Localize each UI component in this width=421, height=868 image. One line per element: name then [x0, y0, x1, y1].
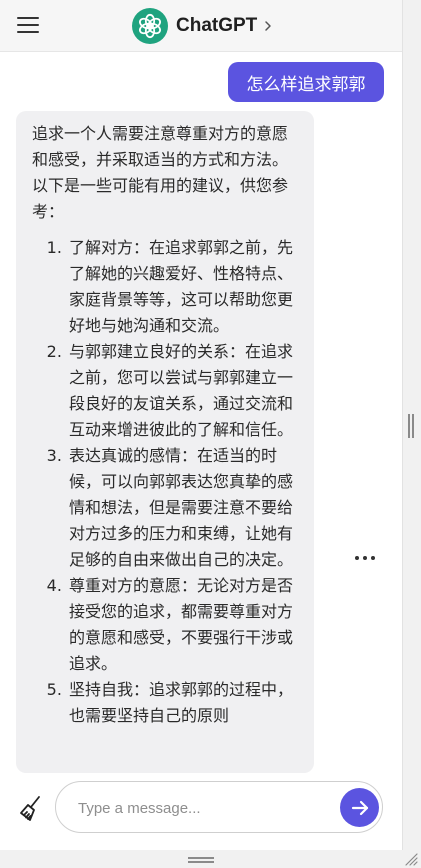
broom-icon[interactable] [18, 795, 44, 823]
list-item: 表达真诚的感情：在适当的时候，可以向郭郭表达您真挚的感情和想法，但是需要注意不要… [67, 443, 298, 573]
more-options-icon[interactable] [355, 550, 375, 566]
horizontal-resize-handle[interactable] [188, 857, 214, 863]
assistant-message-bubble: 追求一个人需要注意尊重对方的意愿和感受，并采取适当的方式和方法。以下是一些可能有… [16, 111, 314, 773]
model-selector[interactable]: ChatGPT [132, 7, 273, 44]
suggestion-list: 了解对方：在追求郭郭之前，先了解她的兴趣爱好、性格特点、家庭背景等等，这可以帮助… [32, 235, 298, 729]
send-button[interactable] [340, 788, 379, 827]
chat-window: ChatGPT 怎么样追求郭郭 追求一个人需要注意尊重对方的意愿和感受，并采取适… [0, 0, 403, 850]
composer-bar [0, 773, 402, 850]
list-item: 坚持自我：追求郭郭的过程中，也需要坚持自己的原则 [67, 677, 298, 729]
user-message-text: 怎么样追求郭郭 [246, 74, 366, 95]
openai-logo-icon [132, 7, 168, 44]
message-input[interactable] [76, 794, 330, 822]
chevron-right-icon [265, 20, 272, 31]
list-item: 尊重对方的意愿：无论对方是否接受您的追求，都需要尊重对方的意愿和感受，不要强行干… [67, 573, 298, 677]
arrow-right-icon [351, 800, 368, 815]
list-item: 了解对方：在追求郭郭之前，先了解她的兴趣爱好、性格特点、家庭背景等等，这可以帮助… [67, 235, 298, 339]
message-input-container [55, 781, 383, 833]
user-message-bubble: 怎么样追求郭郭 [228, 62, 384, 102]
list-item: 与郭郭建立良好的关系：在追求之前，您可以尝试与郭郭建立一段良好的友谊关系，通过交… [67, 339, 298, 443]
header-bar: ChatGPT [0, 0, 402, 52]
hamburger-menu-icon[interactable] [17, 15, 39, 35]
app-title: ChatGPT [176, 14, 258, 36]
vertical-resize-handle[interactable] [408, 414, 414, 438]
assistant-intro-text: 追求一个人需要注意尊重对方的意愿和感受，并采取适当的方式和方法。以下是一些可能有… [32, 124, 289, 221]
corner-resize-grip-icon[interactable] [404, 852, 418, 866]
